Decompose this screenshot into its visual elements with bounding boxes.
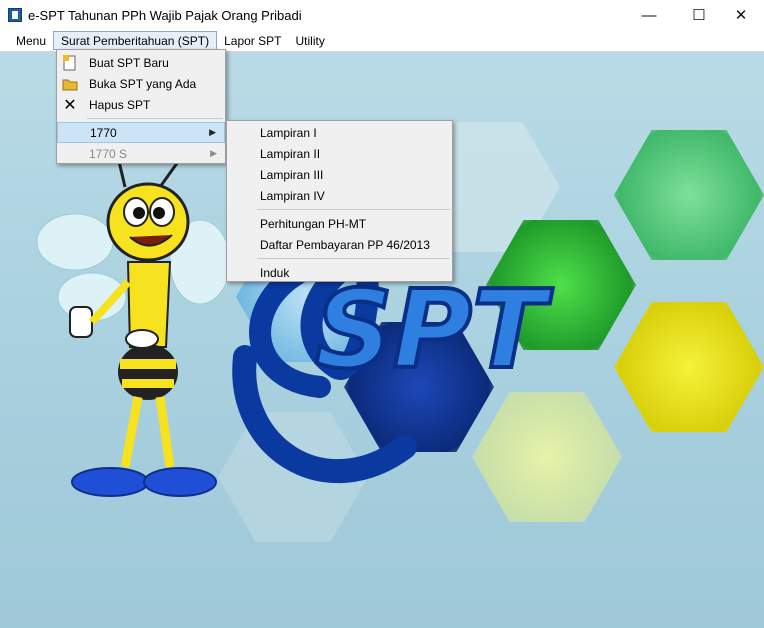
menu-surat-pemberitahuan[interactable]: Surat Pemberitahuan (SPT) bbox=[53, 31, 218, 50]
submenu-item-label: Induk bbox=[260, 265, 290, 280]
window-title: e-SPT Tahunan PPh Wajib Pajak Orang Prib… bbox=[28, 7, 302, 23]
menu-item-buat-spt-baru[interactable]: Buat SPT Baru bbox=[57, 52, 225, 73]
submenu-item-label: Lampiran I bbox=[260, 125, 317, 140]
submenu-1770: Lampiran I Lampiran II Lampiran III Lamp… bbox=[226, 120, 453, 282]
title-bar: e-SPT Tahunan PPh Wajib Pajak Orang Prib… bbox=[0, 0, 764, 30]
submenu-arrow-icon: ▶ bbox=[209, 127, 216, 137]
menu-item-label: 1770 bbox=[90, 125, 117, 140]
new-document-icon bbox=[62, 54, 78, 71]
menu-item-1770s[interactable]: 1770 S ▶ bbox=[57, 143, 225, 164]
submenu-item-label: Lampiran II bbox=[260, 146, 321, 161]
menu-separator bbox=[257, 209, 450, 210]
bee-mascot bbox=[36, 156, 230, 497]
submenu-item-lampiran-ii[interactable]: Lampiran II bbox=[227, 143, 452, 164]
spt-dropdown-menu: Buat SPT Baru Buka SPT yang Ada ✕ Hapus … bbox=[56, 49, 226, 164]
menu-item-label: 1770 S bbox=[89, 146, 128, 161]
menu-separator bbox=[87, 118, 223, 119]
close-button[interactable]: ✕ bbox=[718, 0, 764, 30]
menu-item-label: Hapus SPT bbox=[89, 97, 151, 112]
delete-icon: ✕ bbox=[63, 96, 77, 114]
submenu-item-lampiran-i[interactable]: Lampiran I bbox=[227, 122, 452, 143]
submenu-item-induk[interactable]: Induk bbox=[227, 262, 452, 283]
submenu-item-daftar-pembayaran[interactable]: Daftar Pembayaran PP 46/2013 bbox=[227, 234, 452, 255]
minimize-button[interactable]: — bbox=[626, 0, 672, 30]
menu-item-buka-spt[interactable]: Buka SPT yang Ada bbox=[57, 73, 225, 94]
menu-utility[interactable]: Utility bbox=[288, 31, 331, 50]
menu-item-label: Buka SPT yang Ada bbox=[89, 76, 197, 91]
submenu-arrow-icon: ▶ bbox=[210, 148, 217, 158]
submenu-item-label: Perhitungan PH-MT bbox=[260, 216, 367, 231]
hex-green-top bbox=[614, 130, 764, 260]
hex-yellow-right bbox=[614, 302, 764, 432]
menu-lapor-spt[interactable]: Lapor SPT bbox=[217, 31, 288, 50]
menu-item-1770[interactable]: 1770 ▶ bbox=[57, 122, 225, 143]
submenu-item-label: Lampiran IV bbox=[260, 188, 325, 203]
app-icon bbox=[8, 8, 22, 22]
menu-menu[interactable]: Menu bbox=[9, 31, 53, 50]
logo-text: SPT bbox=[315, 268, 553, 393]
menu-item-hapus-spt[interactable]: ✕ Hapus SPT bbox=[57, 94, 225, 115]
maximize-button[interactable]: ☐ bbox=[676, 0, 722, 30]
submenu-item-perhitungan-ph-mt[interactable]: Perhitungan PH-MT bbox=[227, 213, 452, 234]
submenu-item-label: Lampiran III bbox=[260, 167, 324, 182]
open-folder-icon bbox=[62, 76, 78, 92]
menu-separator bbox=[257, 258, 450, 259]
submenu-item-label: Daftar Pembayaran PP 46/2013 bbox=[260, 237, 430, 252]
submenu-item-lampiran-iv[interactable]: Lampiran IV bbox=[227, 185, 452, 206]
menu-item-label: Buat SPT Baru bbox=[89, 55, 169, 70]
submenu-item-lampiran-iii[interactable]: Lampiran III bbox=[227, 164, 452, 185]
